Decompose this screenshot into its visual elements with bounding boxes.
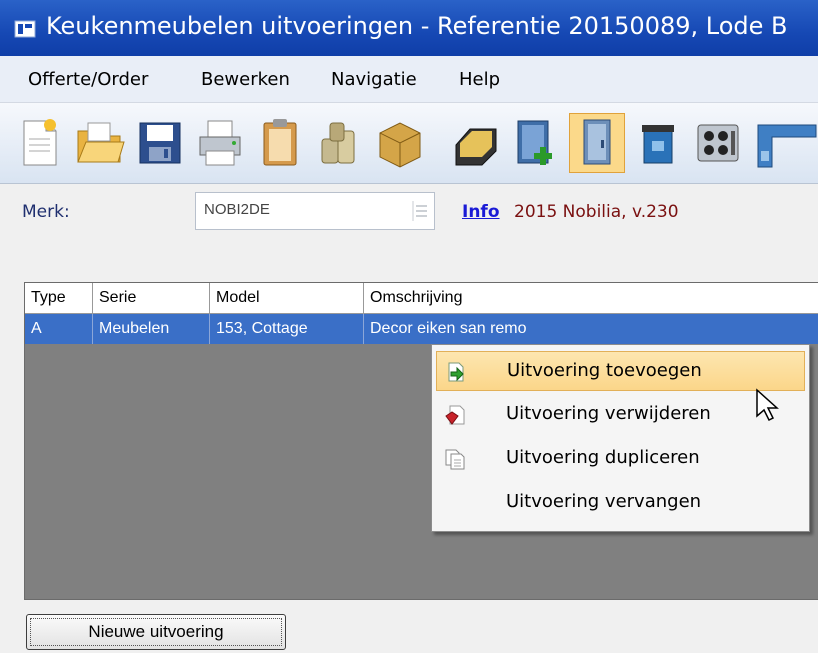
menu-item-label: Uitvoering dupliceren (506, 447, 700, 468)
menu-item-uitvoering-dupliceren[interactable]: Uitvoering dupliceren (436, 439, 805, 479)
add-cabinet-icon[interactable] (510, 115, 562, 171)
column-header-serie[interactable]: Serie (93, 283, 210, 313)
window-title: Keukenmeubelen uitvoeringen - Referentie… (46, 12, 788, 40)
menu-bewerken[interactable]: Bewerken (201, 69, 290, 90)
toolbar (0, 103, 818, 184)
context-menu: Uitvoering toevoegen Uitvoering verwijde… (431, 344, 810, 532)
cell-model: 153, Cottage (210, 314, 364, 344)
app-icon (14, 20, 36, 38)
door-icon[interactable] (569, 113, 625, 173)
hob-icon[interactable] (692, 115, 744, 171)
add-arrow-icon (448, 362, 464, 382)
menu-navigatie[interactable]: Navigatie (331, 69, 417, 90)
cell-serie: Meubelen (93, 314, 210, 344)
box-icon[interactable] (374, 115, 426, 171)
mouse-cursor-icon (756, 388, 779, 422)
title-bar: Keukenmeubelen uitvoeringen - Referentie… (0, 0, 818, 56)
menu-item-label: Uitvoering vervangen (506, 491, 702, 512)
table-row[interactable]: A Meubelen 153, Cottage Decor eiken san … (25, 314, 818, 344)
column-header-model[interactable]: Model (210, 283, 364, 313)
menu-item-label: Uitvoering verwijderen (506, 403, 711, 424)
save-icon[interactable] (134, 115, 186, 171)
cell-type: A (25, 314, 93, 344)
merk-value: NOBI2DE (204, 201, 270, 218)
menu-item-uitvoering-verwijderen[interactable]: Uitvoering verwijderen (436, 395, 805, 435)
print-icon[interactable] (194, 115, 246, 171)
register-icon[interactable] (450, 115, 502, 171)
new-document-icon[interactable] (14, 115, 66, 171)
menu-bar: Offerte/Order Bewerken Navigatie Help (0, 56, 818, 103)
menu-item-label: Uitvoering toevoegen (507, 360, 702, 381)
menu-item-uitvoering-vervangen[interactable]: Uitvoering vervangen (436, 483, 805, 523)
menu-item-uitvoering-toevoegen[interactable]: Uitvoering toevoegen (436, 351, 805, 391)
list-picker-icon[interactable] (411, 199, 429, 223)
worktop-icon[interactable] (752, 115, 818, 171)
menu-offerte-order[interactable]: Offerte/Order (28, 69, 148, 90)
delete-icon (445, 405, 465, 425)
merk-label: Merk: (22, 202, 70, 222)
merk-info-text: 2015 Nobilia, v.230 (514, 202, 679, 222)
column-header-omschrijving[interactable]: Omschrijving (364, 283, 818, 313)
duplicate-icon (445, 449, 465, 470)
merk-field[interactable]: NOBI2DE (195, 192, 435, 230)
bin-icon[interactable] (632, 115, 684, 171)
cell-omschrijving: Decor eiken san remo (370, 320, 527, 337)
table-header: Type Serie Model Omschrijving (25, 283, 818, 314)
clipboard-icon[interactable] (254, 115, 306, 171)
column-header-type[interactable]: Type (25, 283, 93, 313)
menu-help[interactable]: Help (459, 69, 500, 90)
coins-icon[interactable] (314, 115, 366, 171)
info-link[interactable]: Info (462, 202, 500, 222)
open-folder-icon[interactable] (74, 115, 126, 171)
new-uitvoering-button[interactable]: Nieuwe uitvoering (26, 614, 286, 650)
new-uitvoering-label: Nieuwe uitvoering (88, 622, 224, 641)
